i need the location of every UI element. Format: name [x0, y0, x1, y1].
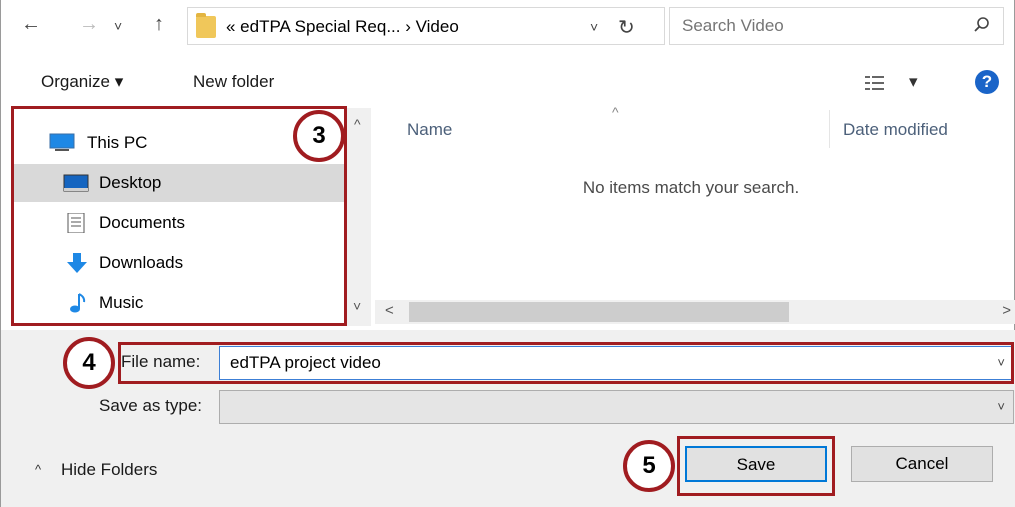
refresh-icon[interactable]: ↻: [618, 15, 635, 40]
step-4-badge: 4: [63, 337, 115, 389]
step-3-badge: 3: [293, 110, 345, 162]
address-path: « edTPA Special Req... › Video: [226, 17, 459, 36]
hide-folders-icon[interactable]: ^: [35, 462, 41, 477]
view-options-icon[interactable]: [865, 75, 885, 91]
address-dropdown-icon[interactable]: ˅: [590, 19, 598, 35]
folder-icon: [196, 13, 216, 38]
scroll-up-icon[interactable]: ^: [354, 116, 361, 132]
horizontal-scrollbar[interactable]: < >: [375, 300, 1015, 324]
save-as-type-label: Save as type:: [99, 396, 203, 415]
highlight-box-save: [677, 436, 835, 496]
highlight-box-file-name: [118, 342, 1014, 384]
search-box: [669, 7, 1004, 45]
scrollbar-thumb[interactable]: [409, 302, 789, 322]
hide-folders-button[interactable]: Hide Folders: [61, 460, 157, 480]
recent-locations-button[interactable]: ˅: [114, 16, 122, 36]
scroll-right-icon[interactable]: >: [1002, 302, 1011, 319]
search-input[interactable]: [682, 16, 952, 36]
step-5-badge: 5: [623, 440, 675, 492]
save-dialog: ← → ˅ ↑ « edTPA Special Req... › Video ˅…: [0, 0, 1015, 507]
column-header-date-modified[interactable]: Date modified: [843, 120, 948, 140]
column-header-name[interactable]: Name: [407, 120, 452, 140]
view-dropdown-icon[interactable]: ▾: [909, 72, 918, 92]
new-folder-button[interactable]: New folder: [193, 72, 274, 92]
scroll-down-icon[interactable]: ˅: [353, 298, 361, 314]
nav-scrollbar[interactable]: ^ ˅: [347, 108, 371, 326]
address-bar[interactable]: « edTPA Special Req... › Video ˅ ↻: [187, 7, 665, 45]
chevron-down-icon[interactable]: ˅: [997, 399, 1005, 414]
column-divider[interactable]: [829, 110, 830, 148]
search-icon[interactable]: [973, 16, 991, 34]
help-icon[interactable]: ?: [975, 70, 999, 94]
scroll-left-icon[interactable]: <: [385, 302, 394, 319]
cancel-button[interactable]: Cancel: [851, 446, 993, 482]
save-as-type-select[interactable]: ˅: [219, 390, 1014, 424]
back-button[interactable]: ←: [21, 14, 41, 34]
forward-button[interactable]: →: [79, 14, 99, 34]
empty-results-message: No items match your search.: [582, 178, 800, 197]
sort-indicator-icon: ^: [612, 104, 619, 120]
organize-button[interactable]: Organize ▾: [41, 72, 123, 92]
up-button[interactable]: ↑: [154, 14, 164, 34]
